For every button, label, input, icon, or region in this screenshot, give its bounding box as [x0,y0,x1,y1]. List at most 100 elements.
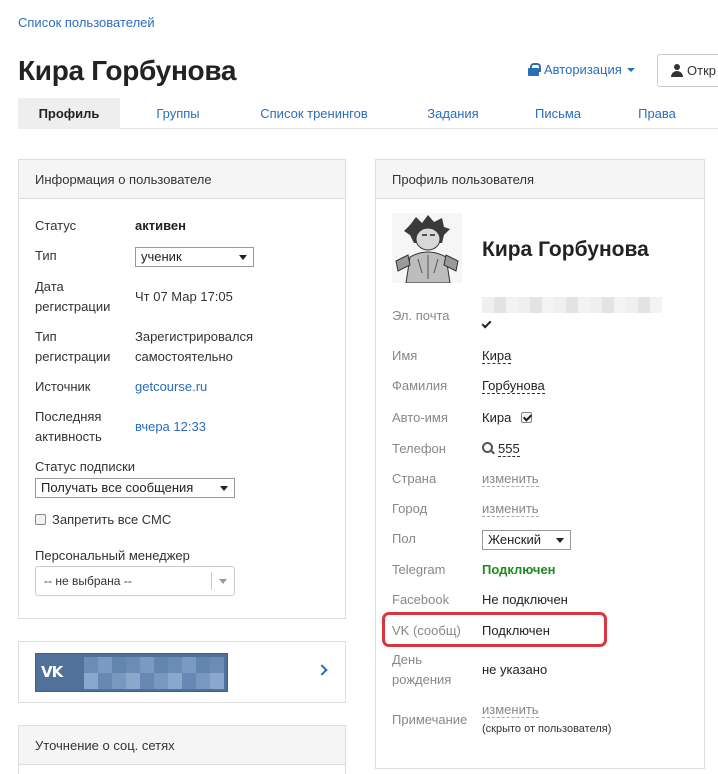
social-panel-title: Уточнение о соц. сетях [19,726,345,765]
tab-groups[interactable]: Группы [146,98,210,129]
vk-logo-icon: VK [41,663,63,681]
reg-type-value-line1: Зарегистрировался [135,329,254,344]
select-divider [211,572,212,590]
reg-date-label-line1: Дата [35,279,64,294]
reg-date-value: Чт 07 Мар 17:05 [135,289,233,304]
last-activity-label-line1: Последняя [35,409,102,424]
profile-name: Кира Горбунова [482,238,649,261]
last-name-text[interactable]: Горбунова [482,378,545,394]
phone-value[interactable]: 555 [482,439,520,459]
open-as-user-button[interactable]: Откр [657,54,718,87]
subscription-select-value: Получать все сообщения [41,480,194,495]
city-value[interactable]: изменить [482,499,539,519]
birthday-label-line2: рождения [392,672,452,687]
avatar [392,213,462,283]
chevron-right-icon[interactable] [316,664,328,676]
last-activity-label: Последняя активность [35,407,102,447]
city-label: Город [392,501,428,516]
note-value[interactable]: изменить [482,700,539,720]
facebook-status: Не подключен [482,592,568,607]
source-label: Источник [35,379,91,394]
vk-account-panel[interactable]: VK [18,641,346,703]
last-name-label: Фамилия [392,378,448,393]
authorization-label: Авторизация [544,62,622,77]
sms-label: Запретить все СМС [52,512,172,527]
birthday-value: не указано [482,662,548,677]
type-select[interactable]: ученик [135,247,254,267]
manager-select-value: -- не выбрана -- [44,574,132,588]
autoname-label: Авто-имя [392,410,448,425]
last-name-value[interactable]: Горбунова [482,376,545,396]
city-change-link[interactable]: изменить [482,501,539,517]
user-info-title: Информация о пользователе [19,160,345,199]
note-label: Примечание [392,712,468,727]
authorization-dropdown[interactable]: Авторизация [528,62,635,77]
subscription-label: Статус подписки [35,459,136,474]
user-icon [671,64,683,77]
facebook-label: Facebook [392,592,450,607]
email-value-blurred [482,297,662,313]
note-change-link[interactable]: изменить [482,702,539,718]
tab-trainings[interactable]: Список тренингов [250,98,378,129]
source-link[interactable]: getcourse.ru [135,377,207,397]
reg-date-label-line2: регистрации [35,299,111,314]
lock-icon [528,63,541,76]
tab-rights[interactable]: Права [628,98,686,129]
dropdown-arrow-icon [239,255,247,260]
phone-label: Телефон [392,441,446,456]
country-label: Страна [392,471,437,486]
breadcrumb[interactable]: Список пользователей [18,15,155,30]
gender-select[interactable]: Женский [482,530,571,550]
tab-profile[interactable]: Профиль [18,98,120,129]
vk-account-bar[interactable]: VK [35,653,228,692]
last-activity-link[interactable]: вчера 12:33 [135,417,206,437]
birthday-label-line1: День [392,652,422,667]
tab-bar: Профиль Группы Список тренингов Задания … [18,98,718,129]
telegram-status: Подключен [482,562,556,577]
autoname-checkbox[interactable] [520,412,532,423]
subscription-select[interactable]: Получать все сообщения [35,478,235,498]
type-select-value: ученик [141,249,182,264]
page-title: Кира Горбунова [18,55,237,86]
search-icon[interactable] [482,442,494,454]
reg-type-label-line1: Тип [35,329,57,344]
type-label: Тип [35,248,57,263]
sms-checkbox[interactable] [35,514,46,525]
avatar-image [392,213,462,283]
first-name-text[interactable]: Кира [482,348,512,364]
caret-down-icon [626,67,635,72]
user-profile-title: Профиль пользователя [376,160,704,199]
dropdown-arrow-icon [556,538,564,543]
email-verified-check-icon [481,318,492,329]
dropdown-arrow-icon [220,486,228,491]
last-activity-label-line2: активность [35,429,102,444]
email-label: Эл. почта [392,308,450,323]
reg-date-label: Дата регистрации [35,277,110,317]
note-hint: (скрыто от пользователя) [482,723,612,735]
country-value[interactable]: изменить [482,469,539,489]
first-name-value[interactable]: Кира [482,346,512,366]
sms-option[interactable]: Запретить все СМС [35,510,171,530]
vk-highlight-box [382,612,607,647]
tab-letters[interactable]: Письма [524,98,592,129]
reg-type-label: Тип регистрации [35,327,110,367]
status-value: активен [135,218,186,233]
manager-label: Персональный менеджер [35,548,190,563]
open-button-label: Откр [687,63,716,78]
gender-label: Пол [392,531,416,546]
reg-type-label-line2: регистрации [35,349,111,364]
dropdown-arrow-icon [219,579,227,584]
vk-account-name-blurred [84,673,224,689]
autoname-value: Кира [482,408,538,428]
social-panel: Уточнение о соц. сетях [18,725,346,774]
user-profile-panel: Профиль пользователя Кира Горбунова Эл. … [375,159,705,769]
user-info-panel: Информация о пользователе Статус активен… [18,159,346,619]
country-change-link[interactable]: изменить [482,471,539,487]
gender-select-value: Женский [488,532,541,547]
autoname-text: Кира [482,410,512,425]
reg-type-value: Зарегистрировался самостоятельно [135,327,253,367]
manager-select[interactable]: -- не выбрана -- [35,566,235,596]
phone-text[interactable]: 555 [498,441,520,457]
status-label: Статус [35,218,77,233]
tab-assignments[interactable]: Задания [418,98,488,129]
